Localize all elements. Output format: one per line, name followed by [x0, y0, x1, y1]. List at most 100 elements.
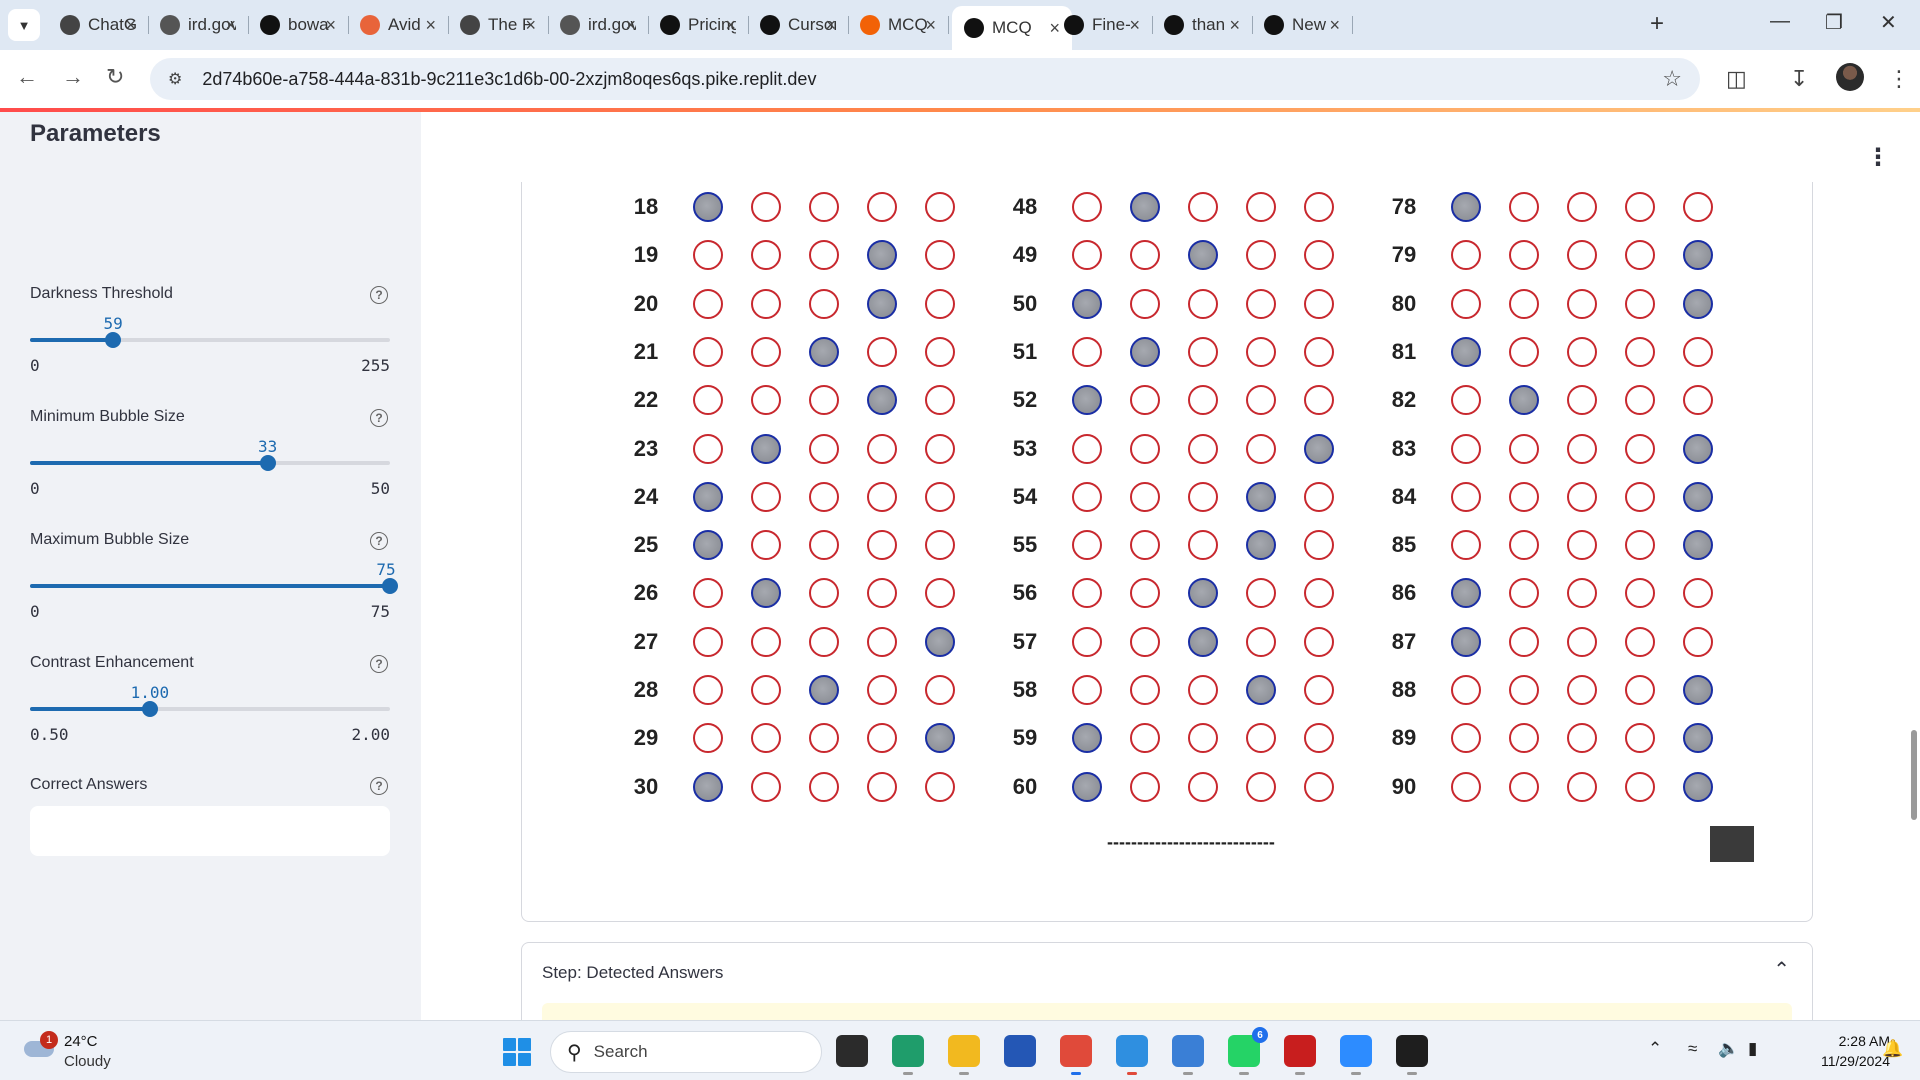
browser-tab[interactable]: Fine- ×: [1052, 8, 1153, 42]
question-number: 88: [1391, 677, 1417, 702]
answer-bubble: [1130, 288, 1160, 319]
start-button[interactable]: [503, 1038, 531, 1066]
taskbar-search[interactable]: ⚲ Search: [550, 1031, 822, 1073]
answer-bubble-filled: [1683, 723, 1713, 754]
notification-bell-icon[interactable]: 🔔: [1882, 1039, 1903, 1059]
downloads-icon[interactable]: ↧: [1790, 66, 1808, 92]
browser-tab[interactable]: ird.gov ×: [548, 8, 649, 42]
answer-bubble: [1246, 192, 1276, 222]
chevron-up-icon[interactable]: ⌃: [1773, 957, 1790, 982]
answer-bubble: [1509, 481, 1539, 512]
volume-icon[interactable]: 🔈: [1718, 1039, 1739, 1059]
weather-temperature[interactable]: 24°C: [64, 1033, 98, 1050]
forward-button[interactable]: →: [62, 64, 84, 90]
slider-thumb[interactable]: [259, 455, 276, 471]
help-icon[interactable]: ?: [370, 532, 388, 550]
terminal-icon[interactable]: [1396, 1035, 1428, 1075]
help-icon[interactable]: ?: [370, 777, 388, 795]
chevron-up-tray-icon[interactable]: ⌃: [1648, 1039, 1662, 1059]
close-tab-icon[interactable]: ×: [625, 15, 636, 36]
taskbar-clock[interactable]: 2:28 AM 11/29/2024: [1790, 1033, 1890, 1069]
close-tab-icon[interactable]: ×: [525, 15, 536, 36]
back-button[interactable]: ←: [16, 64, 38, 90]
help-icon[interactable]: ?: [370, 286, 388, 304]
restore-button[interactable]: ❐: [1825, 10, 1843, 35]
reload-button[interactable]: ↻: [106, 64, 124, 90]
answer-bubble: [867, 578, 897, 609]
answer-bubble: [1625, 578, 1655, 609]
close-tab-icon[interactable]: ×: [725, 15, 736, 36]
store-icon[interactable]: [1004, 1035, 1036, 1067]
slider-track[interactable]: 59: [30, 314, 390, 348]
correct-answers-input[interactable]: [30, 806, 390, 856]
browser-tab[interactable]: ird.gov ×: [148, 8, 249, 42]
browser-tab[interactable]: Pricing ×: [648, 8, 749, 42]
close-tab-icon[interactable]: ×: [225, 15, 236, 36]
weather-badge: 1: [40, 1031, 58, 1049]
new-tab-button[interactable]: +: [1650, 10, 1664, 38]
browser-tab[interactable]: Avid ×: [348, 8, 449, 42]
wifi-icon[interactable]: ≈: [1688, 1039, 1697, 1059]
weather-condition[interactable]: Cloudy: [64, 1053, 111, 1070]
answer-bubble: [1567, 626, 1597, 657]
answer-bubble-filled: [1451, 578, 1481, 609]
close-tab-icon[interactable]: ×: [325, 15, 336, 36]
question-number: 19: [633, 242, 659, 268]
sheet-footer-dashes: ----------------------------: [1107, 832, 1275, 852]
weather-icon[interactable]: 1: [24, 1031, 58, 1059]
browser-tab[interactable]: ChatGPT×: [48, 8, 149, 42]
task-view-icon[interactable]: [836, 1035, 868, 1067]
question-number: 54: [1012, 483, 1038, 509]
slider-track[interactable]: 75: [30, 560, 398, 594]
acrobat-icon[interactable]: [1284, 1035, 1316, 1075]
extensions-icon[interactable]: ◫: [1726, 66, 1747, 92]
close-tab-icon[interactable]: ×: [925, 15, 936, 36]
slider-fill: [30, 584, 390, 588]
browser-tab[interactable]: The F ×: [448, 8, 549, 42]
browser-tab[interactable]: than ×: [1152, 8, 1253, 42]
close-tab-icon[interactable]: ×: [125, 15, 136, 36]
edge-icon[interactable]: [892, 1035, 924, 1075]
browser-tab[interactable]: New ×: [1252, 8, 1353, 42]
close-window-button[interactable]: ✕: [1880, 10, 1897, 35]
close-tab-icon[interactable]: ×: [1329, 15, 1340, 36]
slider-value: 33: [257, 437, 278, 456]
page-scrollbar[interactable]: [1911, 730, 1917, 820]
slider-thumb[interactable]: [382, 578, 398, 594]
slider-track[interactable]: 1.00: [30, 683, 390, 717]
close-tab-icon[interactable]: ×: [1129, 15, 1140, 36]
file-explorer-icon[interactable]: [948, 1035, 980, 1075]
close-tab-icon[interactable]: ×: [1229, 15, 1240, 36]
answer-bubble: [809, 723, 839, 754]
slider-thumb[interactable]: [141, 701, 158, 717]
tab-search-button[interactable]: ▼: [8, 9, 40, 41]
site-info-icon[interactable]: ⚙: [168, 69, 182, 89]
answer-bubble-filled: [693, 481, 723, 512]
browser-tab[interactable]: bowa ×: [248, 8, 349, 42]
answer-bubble: [1451, 481, 1481, 512]
whatsapp-icon[interactable]: 6: [1228, 1027, 1268, 1075]
profile-avatar[interactable]: [1836, 63, 1864, 91]
zoom-icon[interactable]: [1340, 1035, 1372, 1075]
help-icon[interactable]: ?: [370, 655, 388, 673]
chrome-icon[interactable]: [1060, 1035, 1092, 1075]
minimize-button[interactable]: —: [1770, 10, 1790, 33]
app-menu-icon[interactable]: ⋮: [1866, 143, 1890, 172]
battery-icon[interactable]: ▮: [1748, 1039, 1757, 1059]
browser-tab[interactable]: MCQ ×: [848, 8, 949, 42]
clock-app-icon[interactable]: [1116, 1035, 1148, 1075]
browser-menu-icon[interactable]: ⋮: [1888, 66, 1910, 92]
notepad-icon[interactable]: [1172, 1035, 1204, 1075]
address-bar[interactable]: ⚙ 2d74b60e-a758-444a-831b-9c211e3c1d6b-0…: [150, 58, 1700, 100]
help-icon[interactable]: ?: [370, 409, 388, 427]
detected-answers-expander[interactable]: Step: Detected Answers ⌃: [521, 942, 1813, 1033]
close-tab-icon[interactable]: ×: [425, 15, 436, 36]
answer-bubble-filled: [1451, 336, 1481, 367]
bookmark-star-icon[interactable]: ☆: [1662, 66, 1682, 92]
slider-track[interactable]: 33: [30, 437, 390, 471]
answer-bubble-filled: [693, 530, 723, 561]
browser-tab[interactable]: Cursor ×: [748, 8, 849, 42]
close-tab-icon[interactable]: ×: [825, 15, 836, 36]
answer-bubble: [693, 675, 723, 705]
answer-bubble: [1130, 578, 1160, 609]
